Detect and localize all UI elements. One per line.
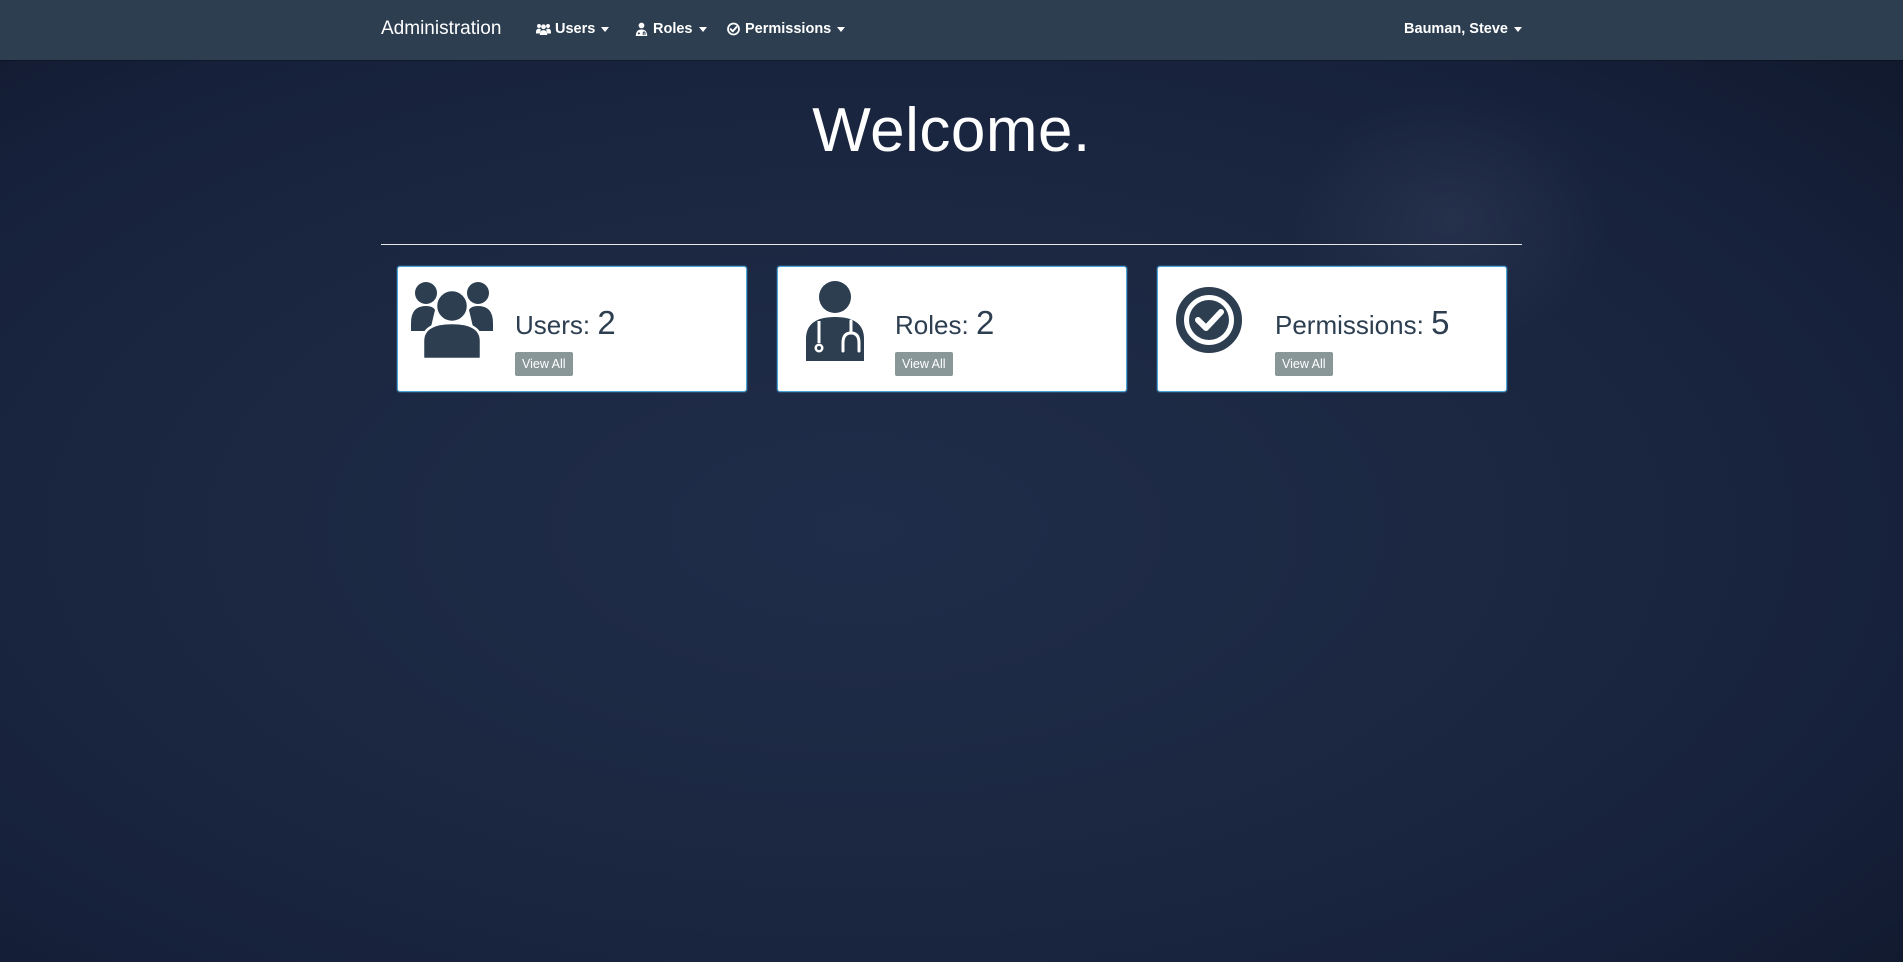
caret-down-icon [837, 26, 846, 32]
user-menu-label: Bauman, Steve [1404, 21, 1508, 37]
permissions-summary-card: Permissions: 5 View All [1157, 266, 1507, 392]
nav-permissions-label: Permissions [745, 21, 832, 37]
view-all-users-button[interactable]: View All [515, 352, 573, 376]
caret-down-icon [698, 26, 707, 32]
user-menu-dropdown[interactable]: Bauman, Steve [1404, 21, 1522, 37]
navbar-container: Administration Users Roles Permissions B… [381, 0, 1522, 60]
doctor-icon [806, 281, 864, 361]
roles-count-stat: Roles: 2 [895, 304, 994, 342]
check-circle-icon [1176, 287, 1242, 353]
caret-down-icon [1514, 26, 1522, 32]
permissions-count-label: Permissions: [1275, 310, 1424, 340]
top-navbar: Administration Users Roles Permissions B… [0, 0, 1903, 60]
navbar-brand[interactable]: Administration [381, 18, 501, 40]
check-circle-icon [727, 22, 740, 36]
roles-count-value: 2 [975, 304, 995, 341]
users-icon [411, 282, 493, 361]
users-count-stat: Users: 2 [515, 304, 616, 342]
users-count-label: Users: [515, 310, 591, 340]
welcome-heading: Welcome. [812, 96, 1091, 165]
users-summary-card: Users: 2 View All [397, 266, 747, 392]
nav-roles-dropdown[interactable]: Roles [634, 21, 707, 37]
roles-count-label: Roles: [895, 310, 969, 340]
view-all-roles-button[interactable]: View All [895, 352, 953, 376]
users-icon [536, 24, 551, 35]
nav-users-dropdown[interactable]: Users [536, 21, 610, 37]
nav-roles-label: Roles [653, 21, 693, 37]
section-divider [381, 244, 1522, 245]
nav-permissions-dropdown[interactable]: Permissions [726, 21, 846, 37]
permissions-count-value: 5 [1431, 304, 1450, 341]
permissions-count-stat: Permissions: 5 [1275, 304, 1449, 342]
nav-users-label: Users [555, 21, 596, 37]
roles-summary-card: Roles: 2 View All [777, 266, 1127, 392]
users-count-value: 2 [597, 304, 616, 341]
user-md-icon [635, 22, 648, 36]
caret-down-icon [601, 26, 610, 32]
view-all-permissions-button[interactable]: View All [1275, 352, 1333, 376]
